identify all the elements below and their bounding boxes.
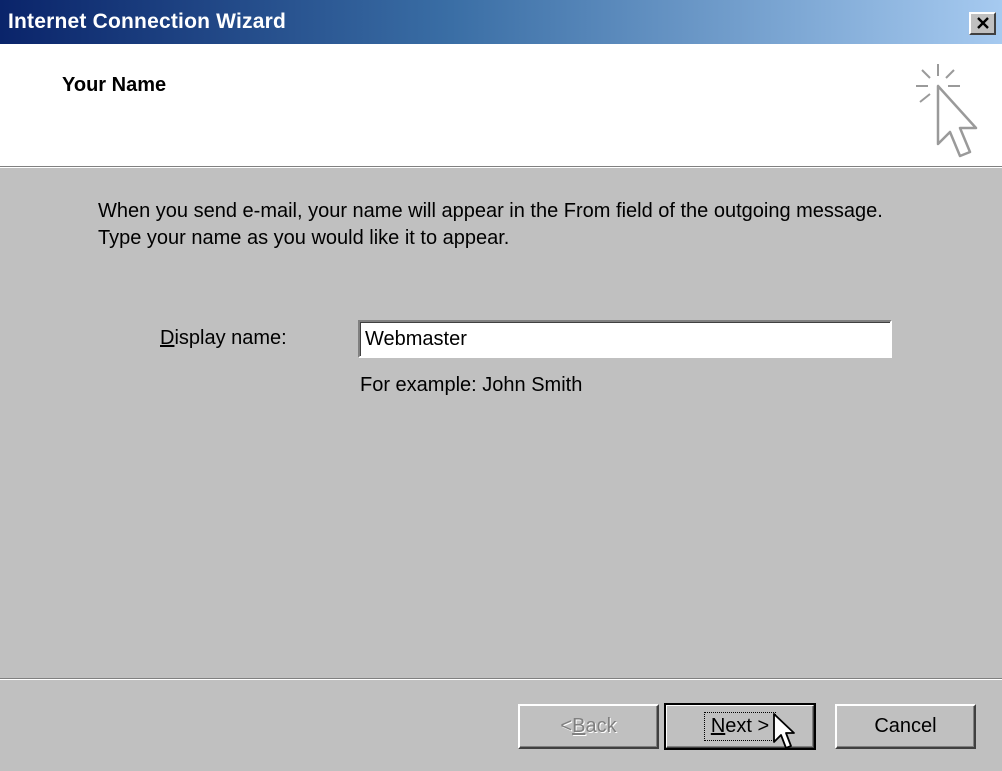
header-separator [0,166,1002,168]
wizard-header: Your Name [0,44,1002,166]
back-button[interactable]: < Back [518,704,659,749]
close-button[interactable] [969,12,996,35]
display-name-label-accesskey: D [160,327,175,349]
back-button-prefix: < [560,715,573,737]
display-name-input[interactable] [358,320,892,358]
wizard-sparkle-cursor-icon [916,64,978,158]
back-button-accesskey: B [572,715,586,737]
footer-separator [0,678,1002,680]
description-line-2: Type your name as you would like it to a… [98,227,510,249]
back-button-label: ack [585,715,617,737]
page-title: Your Name [62,74,167,96]
title-bar: Internet Connection Wizard [0,0,1002,44]
close-icon [977,17,989,29]
display-name-label: Display name: [160,327,287,350]
next-button-accesskey: N [710,715,726,737]
example-hint: For example: John Smith [360,374,583,396]
description-line-1: When you send e-mail, your name will app… [98,200,883,222]
mouse-pointer-icon [773,713,795,749]
next-button-focus: Next > [703,712,777,741]
window-title: Internet Connection Wizard [8,10,287,33]
description: When you send e-mail, your name will app… [98,198,978,252]
next-button-label: ext > [725,715,770,737]
display-name-label-text: isplay name: [174,327,287,349]
cancel-button-label: Cancel [874,715,937,737]
cancel-button[interactable]: Cancel [835,704,976,749]
